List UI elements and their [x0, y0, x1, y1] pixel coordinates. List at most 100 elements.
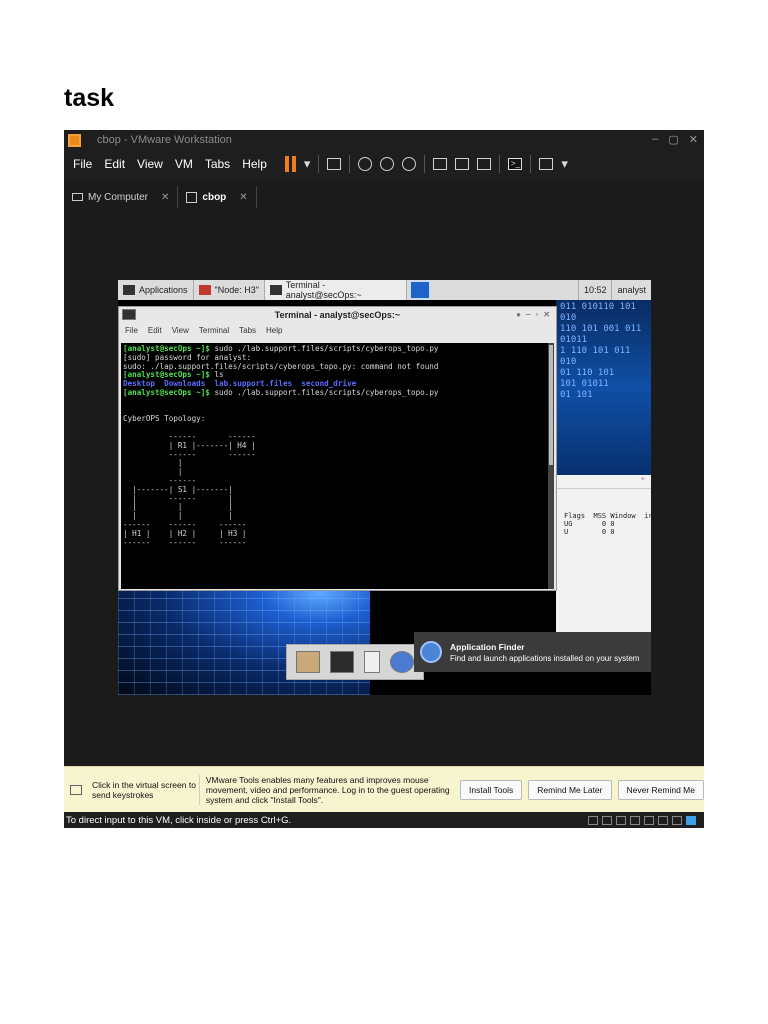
device-icons [588, 815, 704, 825]
terminal-scrollbar[interactable] [548, 343, 554, 589]
clock[interactable]: 10:52 [577, 280, 612, 300]
message-log-icon[interactable] [686, 815, 696, 825]
minimize-icon[interactable]: – [652, 133, 658, 146]
shell-prompt: [analyst@secOps ~]$ [123, 344, 210, 353]
guest-dock [286, 644, 424, 680]
code-line: 01 110 101 [560, 368, 615, 378]
toolbar-divider [424, 155, 426, 173]
snapshot-manager-icon[interactable] [402, 157, 417, 171]
text-editor-icon[interactable] [364, 651, 380, 673]
stretch-guest-icon[interactable] [539, 158, 554, 170]
terminal-menu-file[interactable]: File [125, 326, 138, 335]
close-tab-icon[interactable]: ✕ [239, 192, 247, 203]
library-icon[interactable] [433, 158, 448, 170]
desktop-wallpaper-code: 011 010110 101 010 110 101 001 011 01011… [556, 300, 651, 475]
network-adapter-icon[interactable] [630, 815, 640, 825]
tab-cbop[interactable]: cbop ✕ [177, 186, 257, 208]
install-tools-button[interactable]: Install Tools [460, 779, 523, 800]
terminal-line: ------ ------ ------ [123, 537, 547, 548]
code-line: 1 110 101 011 010 [560, 346, 631, 367]
terminal-text: ls [209, 370, 224, 380]
remind-later-button[interactable]: Remind Me Later [528, 779, 612, 800]
menu-edit[interactable]: Edit [98, 157, 131, 171]
maximize-icon[interactable]: ▢ [668, 133, 678, 146]
code-line: 01011 [560, 335, 588, 345]
menu-view[interactable]: View [131, 157, 169, 171]
revert-snapshot-icon[interactable] [380, 157, 395, 171]
panel-right: 10:52 analyst [577, 280, 651, 300]
sound-icon[interactable] [658, 815, 668, 825]
hard-disk-icon[interactable] [588, 815, 598, 825]
terminal-output[interactable]: [analyst@secOps ~]$ sudo ./lab.support.f… [121, 343, 549, 589]
menu-help[interactable]: Help [236, 157, 273, 171]
terminal-menu-help[interactable]: Help [266, 326, 282, 335]
menu-tabs[interactable]: Tabs [199, 157, 236, 171]
taskbar-terminal[interactable]: Terminal - analyst@secOps:~ [264, 280, 407, 300]
directory-listing: Desktop Downloads lab.support.files seco… [123, 379, 357, 389]
bg-window-header: + [556, 475, 651, 489]
terminal-line: | [123, 458, 547, 468]
suspend-icon[interactable] [284, 156, 296, 172]
close-icon[interactable]: ✕ [543, 310, 550, 319]
tab-my-computer[interactable]: My Computer ✕ [64, 186, 177, 208]
applications-icon [123, 285, 135, 295]
status-text: To direct input to this VM, click inside… [66, 814, 292, 826]
x-window-icon [198, 285, 211, 295]
workspace-icon[interactable] [408, 280, 431, 300]
toolbar-divider [318, 155, 320, 173]
terminal-menu-tabs[interactable]: Tabs [239, 326, 256, 335]
code-line: 110 101 001 011 [560, 324, 642, 334]
terminal-text: ------ ------ ------ [123, 537, 247, 547]
window-title: cbop - VMware Workstation [97, 134, 232, 146]
close-tab-icon[interactable]: ✕ [161, 192, 169, 203]
menu-vm[interactable]: VM [169, 157, 199, 171]
console-view-icon[interactable]: >_ [508, 158, 523, 170]
terminal-title-bar[interactable]: Terminal - analyst@secOps:~ ● – ▫ ✕ [119, 307, 556, 323]
applications-menu[interactable]: Applications [118, 280, 194, 300]
guest-screen[interactable]: Applications "Node: H3" Terminal - analy… [118, 280, 651, 695]
maximize-icon[interactable]: ▫ [535, 310, 538, 319]
menu-file[interactable]: File [64, 157, 98, 171]
terminal-text: | | | [123, 502, 233, 512]
minimize-icon[interactable]: – [526, 310, 530, 319]
cd-drive-icon[interactable] [616, 815, 626, 825]
chevron-down-icon[interactable]: ▾ [304, 156, 311, 172]
terminal-line: [analyst@secOps ~]$ sudo ./lab.support.f… [123, 388, 547, 398]
terminal-menu-edit[interactable]: Edit [148, 326, 162, 335]
terminal-window[interactable]: Terminal - analyst@secOps:~ ● – ▫ ✕ File… [118, 306, 557, 591]
terminal-menu-terminal[interactable]: Terminal [199, 326, 229, 335]
usb-icon[interactable] [644, 815, 654, 825]
hard-disk-icon[interactable] [602, 815, 612, 825]
toolbar: ▾ >_ ▾ [284, 155, 568, 173]
scrollbar-thumb[interactable] [549, 345, 553, 465]
web-browser-icon[interactable] [390, 651, 414, 673]
code-line: 011 010110 101 010 [560, 302, 636, 323]
tooltip-title: Application Finder [450, 641, 525, 652]
terminal-text: | ------ | [123, 493, 233, 503]
terminal-text: | R1 |-------| H4 | [123, 440, 256, 450]
never-remind-button[interactable]: Never Remind Me [617, 779, 704, 800]
menu-bar: File Edit View VM Tabs Help ▾ >_ ▾ [64, 150, 704, 178]
full-screen-icon[interactable] [477, 158, 492, 170]
snapshot-icon[interactable] [358, 157, 373, 171]
search-icon [420, 641, 442, 663]
pin-icon[interactable]: ● [516, 310, 521, 319]
background-node-window[interactable]: + Flags MSS Window ir UG 0 0 U 0 0 [556, 475, 651, 650]
file-manager-icon[interactable] [296, 651, 320, 673]
terminal-launcher-icon[interactable] [330, 651, 354, 673]
terminal-text: sudo ./lab.support.files/scripts/cyberop… [209, 344, 439, 353]
user-menu[interactable]: analyst [611, 280, 651, 300]
terminal-text: | | | [123, 511, 233, 521]
terminal-title: Terminal - analyst@secOps:~ [274, 310, 401, 320]
terminal-menu-view[interactable]: View [172, 326, 189, 335]
terminal-text: ------ ------ [123, 431, 256, 441]
display-icon[interactable] [672, 815, 682, 825]
network-icon[interactable] [327, 158, 342, 170]
terminal-menu: File Edit View Terminal Tabs Help [119, 323, 556, 337]
close-icon[interactable]: ✕ [689, 133, 698, 146]
terminal-text: sudo: ./lap.support.files/scripts/cybero… [123, 361, 439, 371]
taskbar-node-h3[interactable]: "Node: H3" [194, 280, 265, 300]
chevron-down-icon[interactable]: ▾ [561, 156, 568, 172]
title-bar[interactable]: cbop - VMware Workstation – ▢ ✕ [64, 130, 704, 150]
thumbnail-bar-icon[interactable] [455, 158, 470, 170]
